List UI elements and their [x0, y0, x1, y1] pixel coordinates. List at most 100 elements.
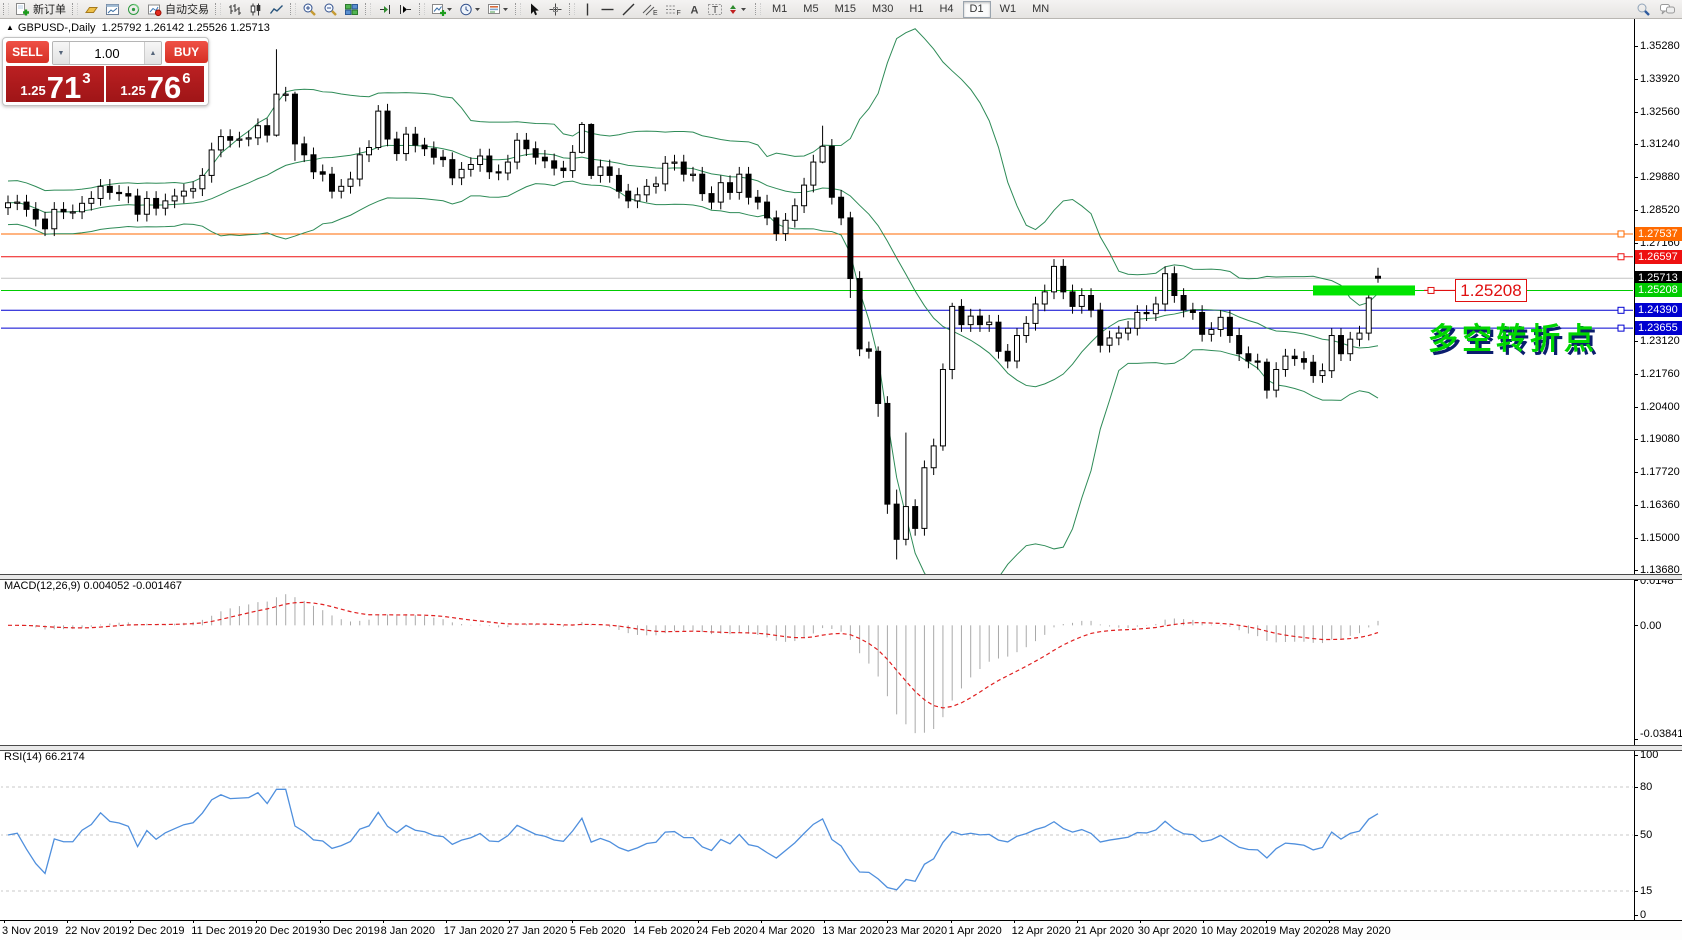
macd-panel-splitter[interactable]	[0, 574, 1682, 580]
price-tick-label: 1.15000	[1640, 532, 1680, 544]
volume-increase-button[interactable]: ▲	[144, 42, 161, 64]
line-handle[interactable]	[1618, 231, 1624, 237]
tile-windows-icon	[344, 2, 359, 17]
candle-up	[811, 162, 816, 185]
rsi-axis-label: 80	[1640, 781, 1652, 793]
chart-window-button[interactable]	[102, 1, 123, 17]
gold-bar-icon	[84, 2, 99, 17]
autotrading-button[interactable]: 自动交易	[144, 1, 212, 17]
timeframe-button-W1[interactable]: W1	[993, 1, 1024, 18]
candle-down	[848, 218, 853, 279]
toolbar-grip[interactable]	[419, 3, 425, 15]
candle-up	[1107, 338, 1112, 345]
price-axis-tick	[1634, 46, 1638, 47]
candle-down	[996, 322, 1001, 351]
callout-handle[interactable]	[1428, 287, 1434, 293]
volume-decrease-button[interactable]: ▼	[53, 42, 70, 64]
candle-down	[709, 194, 714, 202]
bar-chart-mode-button[interactable]	[224, 1, 245, 17]
rsi-axis-tick	[1634, 835, 1638, 836]
data-feed-button[interactable]	[123, 1, 144, 17]
search-icon[interactable]	[1636, 2, 1651, 17]
rsi-panel-splitter[interactable]	[0, 745, 1682, 751]
vertical-line-tool[interactable]	[578, 1, 597, 17]
timeframe-button-H1[interactable]: H1	[902, 1, 930, 18]
rsi-axis-label: 50	[1640, 829, 1652, 841]
fibonacci-tool[interactable]: F	[662, 1, 685, 17]
timeframe-button-H4[interactable]: H4	[932, 1, 960, 18]
periods-button[interactable]	[456, 1, 484, 17]
level-callout-label[interactable]: 1.25208	[1455, 279, 1527, 302]
line-handle[interactable]	[1618, 325, 1624, 331]
candle-up	[1218, 317, 1223, 329]
candle-up	[802, 185, 807, 206]
sell-price-tile[interactable]: 1.25 71 3	[6, 66, 104, 102]
chart-title: ▲GBPUSD-,Daily 1.25792 1.26142 1.25526 1…	[6, 22, 270, 34]
timeframe-button-M5[interactable]: M5	[796, 1, 825, 18]
toolbar-grip[interactable]	[365, 3, 371, 15]
cursor-tool-button[interactable]	[524, 1, 545, 17]
buy-button[interactable]: BUY	[165, 41, 208, 63]
candle-up	[237, 139, 242, 140]
text-tool[interactable]: A	[685, 1, 704, 17]
zoom-out-button[interactable]	[320, 1, 341, 17]
candle-up	[653, 184, 658, 186]
timeframe-button-D1[interactable]: D1	[963, 1, 991, 18]
candle-down	[1098, 310, 1103, 345]
timeframe-button-M30[interactable]: M30	[865, 1, 900, 18]
collapse-icon[interactable]: ▲	[6, 23, 14, 32]
crosshair-tool-button[interactable]	[545, 1, 566, 17]
new-order-button[interactable]: 新订单	[12, 1, 69, 17]
thick-trend-segment[interactable]	[1313, 285, 1415, 295]
zoom-in-button[interactable]	[299, 1, 320, 17]
date-label: 30 Dec 2019	[318, 925, 380, 937]
toolbar-grip[interactable]	[72, 3, 78, 15]
auto-scroll-button[interactable]	[374, 1, 395, 17]
chat-icon[interactable]	[1659, 2, 1676, 17]
horizontal-line-icon	[600, 2, 615, 17]
indicators-button[interactable]	[428, 1, 456, 17]
tile-windows-button[interactable]	[341, 1, 362, 17]
price-tick-label: 1.17720	[1640, 466, 1680, 478]
horizontal-line-tool[interactable]	[597, 1, 618, 17]
macd-axis-tick	[1634, 739, 1638, 740]
candle-up	[1014, 336, 1019, 361]
arrows-tool[interactable]	[726, 1, 752, 17]
candlestick-mode-button[interactable]	[245, 1, 266, 17]
buy-price-tile[interactable]: 1.25 76 6	[106, 66, 204, 102]
candle-up	[1320, 371, 1325, 376]
candle-up	[1024, 323, 1029, 335]
date-axis-tick	[572, 920, 573, 923]
templates-button[interactable]	[484, 1, 512, 17]
market-watch-button[interactable]	[81, 1, 102, 17]
date-label: 23 Mar 2020	[885, 925, 947, 937]
toolbar-grip[interactable]	[755, 3, 761, 15]
timeframe-button-M15[interactable]: M15	[828, 1, 863, 18]
sell-button[interactable]: SELL	[6, 41, 49, 63]
timeframe-button-MN[interactable]: MN	[1025, 1, 1056, 18]
toolbar-grip[interactable]	[290, 3, 296, 15]
chart-shift-button[interactable]	[395, 1, 416, 17]
candle-up	[644, 186, 649, 194]
candle-up	[922, 468, 927, 529]
line-handle[interactable]	[1618, 307, 1624, 313]
channel-tool[interactable]: E	[639, 1, 662, 17]
date-axis-tick	[824, 920, 825, 923]
timeframe-button-M1[interactable]: M1	[765, 1, 794, 18]
turning-point-annotation[interactable]: 多空转折点	[1428, 314, 1598, 358]
trendline-tool[interactable]	[618, 1, 639, 17]
line-handle[interactable]	[1618, 254, 1624, 260]
candle-down	[61, 209, 66, 211]
toolbar-grip[interactable]	[215, 3, 221, 15]
volume-field[interactable]: 1.00	[70, 42, 144, 64]
price-tick-label: 1.20400	[1640, 401, 1680, 413]
candle-up	[348, 179, 353, 186]
toolbar-grip[interactable]	[3, 3, 9, 15]
text-label-tool[interactable]: T	[704, 1, 726, 17]
toolbar-grip[interactable]	[569, 3, 575, 15]
candle-down	[894, 504, 899, 539]
line-chart-mode-button[interactable]	[266, 1, 287, 17]
toolbar-grip[interactable]	[515, 3, 521, 15]
date-axis-tick	[256, 920, 257, 923]
bar-chart-icon	[227, 2, 242, 17]
